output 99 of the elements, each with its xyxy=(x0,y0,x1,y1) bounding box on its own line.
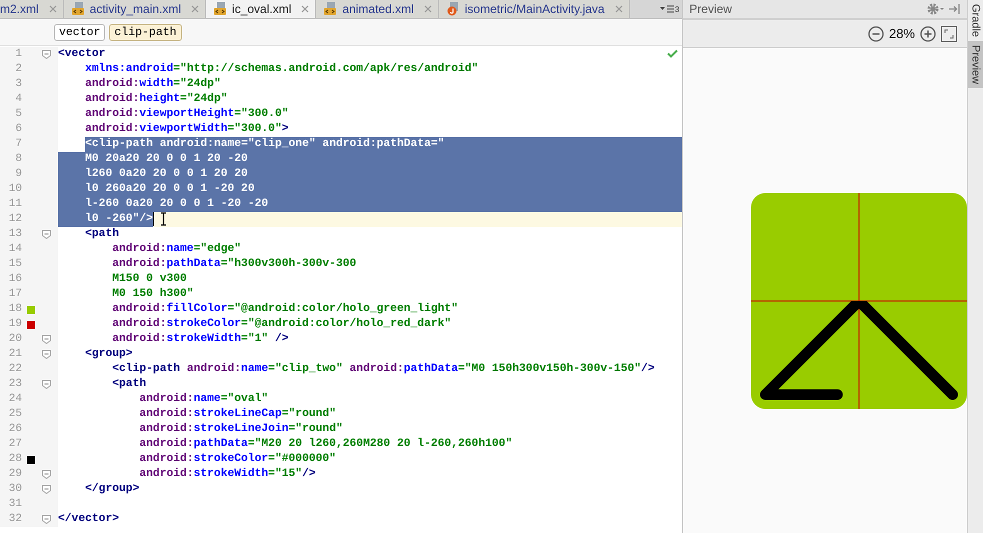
close-icon[interactable] xyxy=(301,5,310,13)
line-number: 22 xyxy=(8,362,22,377)
line-number: 7 xyxy=(14,137,22,152)
code-line: android:name="oval" xyxy=(139,392,268,407)
code-line: </group> xyxy=(85,482,140,497)
line-number: 19 xyxy=(8,317,22,332)
line-number: 26 xyxy=(8,422,22,437)
code-line: android:pathData="h300v300h-300v-300 xyxy=(112,257,356,272)
code-line: <group> xyxy=(85,347,133,362)
code-line: android:pathData="M20 20 l260,260M280 20 l-260,260h100" xyxy=(139,437,512,452)
java-file-icon xyxy=(446,2,461,16)
code-line: android:strokeLineCap="round" xyxy=(139,407,336,422)
code-line: android:strokeWidth="1" /> xyxy=(112,332,289,347)
line-number: 20 xyxy=(8,332,22,347)
hidden-tab-count: 3 xyxy=(674,4,680,14)
line-number: 17 xyxy=(8,287,22,302)
fold-icon[interactable] xyxy=(42,485,51,494)
fold-icon[interactable] xyxy=(42,350,51,359)
line-number: 9 xyxy=(14,167,22,182)
code-line: </vector> xyxy=(58,512,120,527)
line-number: 21 xyxy=(8,347,22,362)
line-number: 8 xyxy=(14,152,22,167)
editor-tab[interactable]: ic_oval.xml xyxy=(206,0,316,18)
tab-list-icon[interactable] xyxy=(660,5,674,13)
code-line: android:strokeColor="#000000" xyxy=(139,452,336,467)
line-number: 11 xyxy=(8,197,22,212)
close-icon[interactable] xyxy=(48,5,57,13)
line-number: 10 xyxy=(8,182,22,197)
code-line: android:strokeLineJoin="round" xyxy=(139,422,343,437)
line-number: 15 xyxy=(8,257,22,272)
zoom-out-icon[interactable] xyxy=(868,26,884,42)
close-icon[interactable] xyxy=(191,5,200,13)
text-caret xyxy=(152,212,154,226)
line-number: 28 xyxy=(8,452,22,467)
line-number: 13 xyxy=(8,227,22,242)
fold-icon[interactable] xyxy=(42,515,51,524)
selected-code: l0 260a20 20 0 0 1 -20 20 xyxy=(58,182,682,197)
xml-file-icon xyxy=(324,2,338,16)
line-number: 3 xyxy=(14,77,22,92)
line-number: 16 xyxy=(8,272,22,287)
close-icon[interactable] xyxy=(614,5,623,13)
code-line: <vector xyxy=(58,47,106,62)
checkmark-icon xyxy=(667,49,678,58)
code-line: android:strokeColor="@android:color/holo_red_dark" xyxy=(112,317,452,332)
fold-icon[interactable] xyxy=(42,230,51,239)
editor-tab[interactable]: activity_main.xml xyxy=(64,0,206,18)
code-line: <clip-path android:name="clip_two" android:pathData="M0 150h300v150h-300v-150"/> xyxy=(112,362,655,377)
code-line: android:viewportWidth="300.0"> xyxy=(85,122,289,137)
selected-code: M0 20a20 20 0 0 1 20 -20 xyxy=(58,152,682,167)
line-number: 4 xyxy=(14,92,22,107)
code-line: xmlns:android="http://schemas.android.com/apk/res/android" xyxy=(85,62,478,77)
line-number: 27 xyxy=(8,437,22,452)
code-line: M150 0 v300 xyxy=(112,272,187,287)
fold-icon[interactable] xyxy=(42,380,51,389)
zoom-in-icon[interactable] xyxy=(920,26,936,42)
line-number: 6 xyxy=(14,122,22,137)
line-number: 23 xyxy=(8,377,22,392)
line-number: 31 xyxy=(8,497,22,512)
code-line: android:width="24dp" xyxy=(85,77,221,92)
code-line: android:viewportHeight="300.0" xyxy=(85,107,289,122)
fold-icon[interactable] xyxy=(42,470,51,479)
line-number: 30 xyxy=(8,482,22,497)
xml-file-icon xyxy=(214,2,228,16)
fold-icon[interactable] xyxy=(42,50,51,59)
line-number: 25 xyxy=(8,407,22,422)
code-line: android:strokeWidth="15"/> xyxy=(139,467,316,482)
line-number: 29 xyxy=(8,467,22,482)
selected-code: l260 0a20 20 0 0 1 20 20 xyxy=(58,167,682,182)
ibeam-cursor-icon xyxy=(160,212,167,226)
xml-file-icon xyxy=(72,2,86,16)
breadcrumb[interactable]: clip-path xyxy=(109,24,182,40)
line-number: 1 xyxy=(14,47,22,62)
line-number: 24 xyxy=(8,392,22,407)
fold-icon[interactable] xyxy=(42,335,51,344)
close-icon[interactable] xyxy=(424,5,432,13)
line-number: 14 xyxy=(8,242,22,257)
code-line: android:name="edge" xyxy=(112,242,242,257)
selected-code: l-260 0a20 20 0 0 1 -20 -20 xyxy=(58,197,682,212)
code-line: android:height="24dp" xyxy=(85,92,228,107)
line-number: 12 xyxy=(8,212,22,227)
side-tab[interactable]: Gradle xyxy=(968,0,983,42)
settings-icon[interactable] xyxy=(927,3,945,15)
fit-screen-icon[interactable] xyxy=(941,26,957,42)
code-line: android:fillColor="@android:color/holo_green_light" xyxy=(112,302,458,317)
side-tab[interactable]: Preview xyxy=(968,41,983,88)
panel-title: Preview xyxy=(689,2,732,16)
code-line: M0 150 h300" xyxy=(112,287,194,302)
line-number: 18 xyxy=(8,302,22,317)
code-line: <path xyxy=(112,377,146,392)
selected-code: <clip-path android:name="clip_one" android:pathData=" xyxy=(85,137,682,152)
line-number: 32 xyxy=(8,512,22,527)
selected-code: l0 -260"/> xyxy=(58,212,153,227)
breadcrumb[interactable]: vector xyxy=(54,24,106,40)
line-number: 5 xyxy=(14,107,22,122)
code-line: <path xyxy=(85,227,120,242)
editor-tab[interactable]: m2.xml xyxy=(0,0,64,18)
hide-panel-icon[interactable] xyxy=(949,3,961,15)
zoom-level: 28% xyxy=(888,26,915,41)
line-number: 2 xyxy=(14,62,22,77)
